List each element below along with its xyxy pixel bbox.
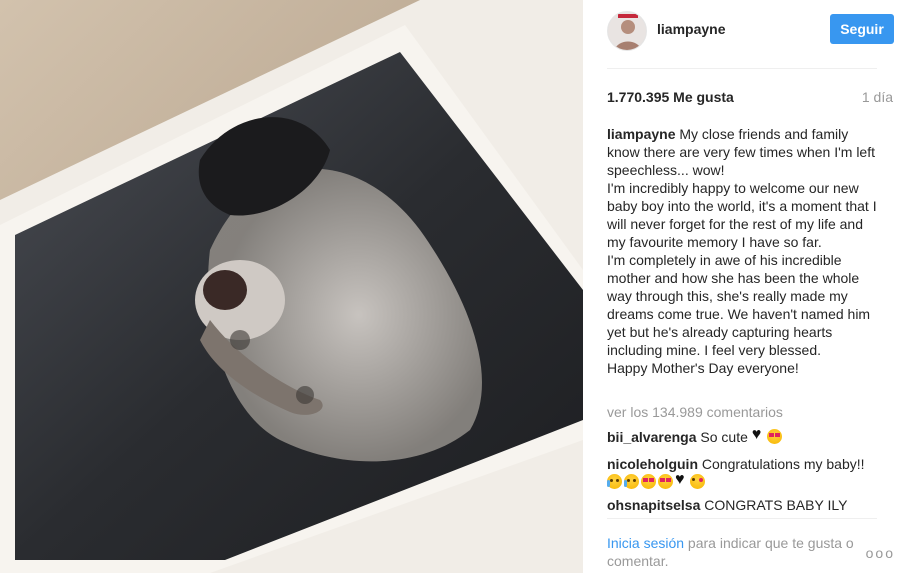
comment-text: Congratulations my baby!! bbox=[698, 456, 865, 472]
crying-face-icon bbox=[624, 474, 639, 489]
crying-face-icon bbox=[607, 474, 622, 489]
footer-divider bbox=[607, 518, 877, 519]
black-heart-icon bbox=[675, 471, 688, 489]
comment-text: CONGRATS BABY ILY bbox=[700, 497, 848, 513]
post-time[interactable]: 1 día bbox=[862, 89, 893, 105]
black-heart-icon bbox=[752, 426, 765, 444]
caption-paragraph-2: I'm incredibly happy to welcome our new … bbox=[607, 180, 877, 250]
caption-paragraph-1: liampayne My close friends and family kn… bbox=[607, 125, 877, 179]
caption-paragraph-3: I'm completely in awe of his incredible … bbox=[607, 252, 871, 358]
post-details-panel: liampayne Seguir 1.770.395 Me gusta 1 dí… bbox=[583, 0, 905, 573]
kissing-face-icon bbox=[690, 474, 705, 489]
comment: nicoleholguin Congratulations my baby!! bbox=[607, 455, 882, 491]
comment-text: So cute bbox=[696, 429, 752, 445]
heart-eyes-face-icon bbox=[641, 474, 656, 489]
heart-eyes-face-icon bbox=[658, 474, 673, 489]
login-prompt: Inicia sesión para indicar que te gusta … bbox=[607, 534, 862, 570]
comment-username[interactable]: nicoleholguin bbox=[607, 456, 698, 472]
header-divider bbox=[607, 68, 877, 69]
login-link[interactable]: Inicia sesión bbox=[607, 535, 684, 551]
post-author-username[interactable]: liampayne bbox=[657, 21, 725, 37]
likes-count[interactable]: 1.770.395 Me gusta bbox=[607, 89, 734, 105]
comment-username[interactable]: ohsnapitselsa bbox=[607, 497, 700, 513]
more-options-icon[interactable]: ooo bbox=[866, 545, 895, 561]
polaroid-photo-image bbox=[0, 0, 583, 573]
comment-username[interactable]: bii_alvarenga bbox=[607, 429, 697, 445]
caption-username[interactable]: liampayne bbox=[607, 126, 675, 142]
follow-button[interactable]: Seguir bbox=[830, 14, 894, 44]
post-caption: liampayne My close friends and family kn… bbox=[607, 125, 877, 377]
avatar[interactable] bbox=[607, 11, 647, 51]
post-viewer: liampayne Seguir 1.770.395 Me gusta 1 dí… bbox=[0, 0, 905, 573]
comment: bii_alvarenga So cute bbox=[607, 426, 882, 446]
view-all-comments-link[interactable]: ver los 134.989 comentarios bbox=[607, 404, 783, 420]
heart-eyes-face-icon bbox=[766, 429, 782, 444]
caption-paragraph-4: Happy Mother's Day everyone! bbox=[607, 360, 799, 376]
comment: ohsnapitselsa CONGRATS BABY ILY bbox=[607, 496, 882, 514]
post-header: liampayne Seguir bbox=[583, 0, 905, 68]
avatar-image bbox=[608, 12, 646, 50]
post-photo[interactable] bbox=[0, 0, 583, 573]
